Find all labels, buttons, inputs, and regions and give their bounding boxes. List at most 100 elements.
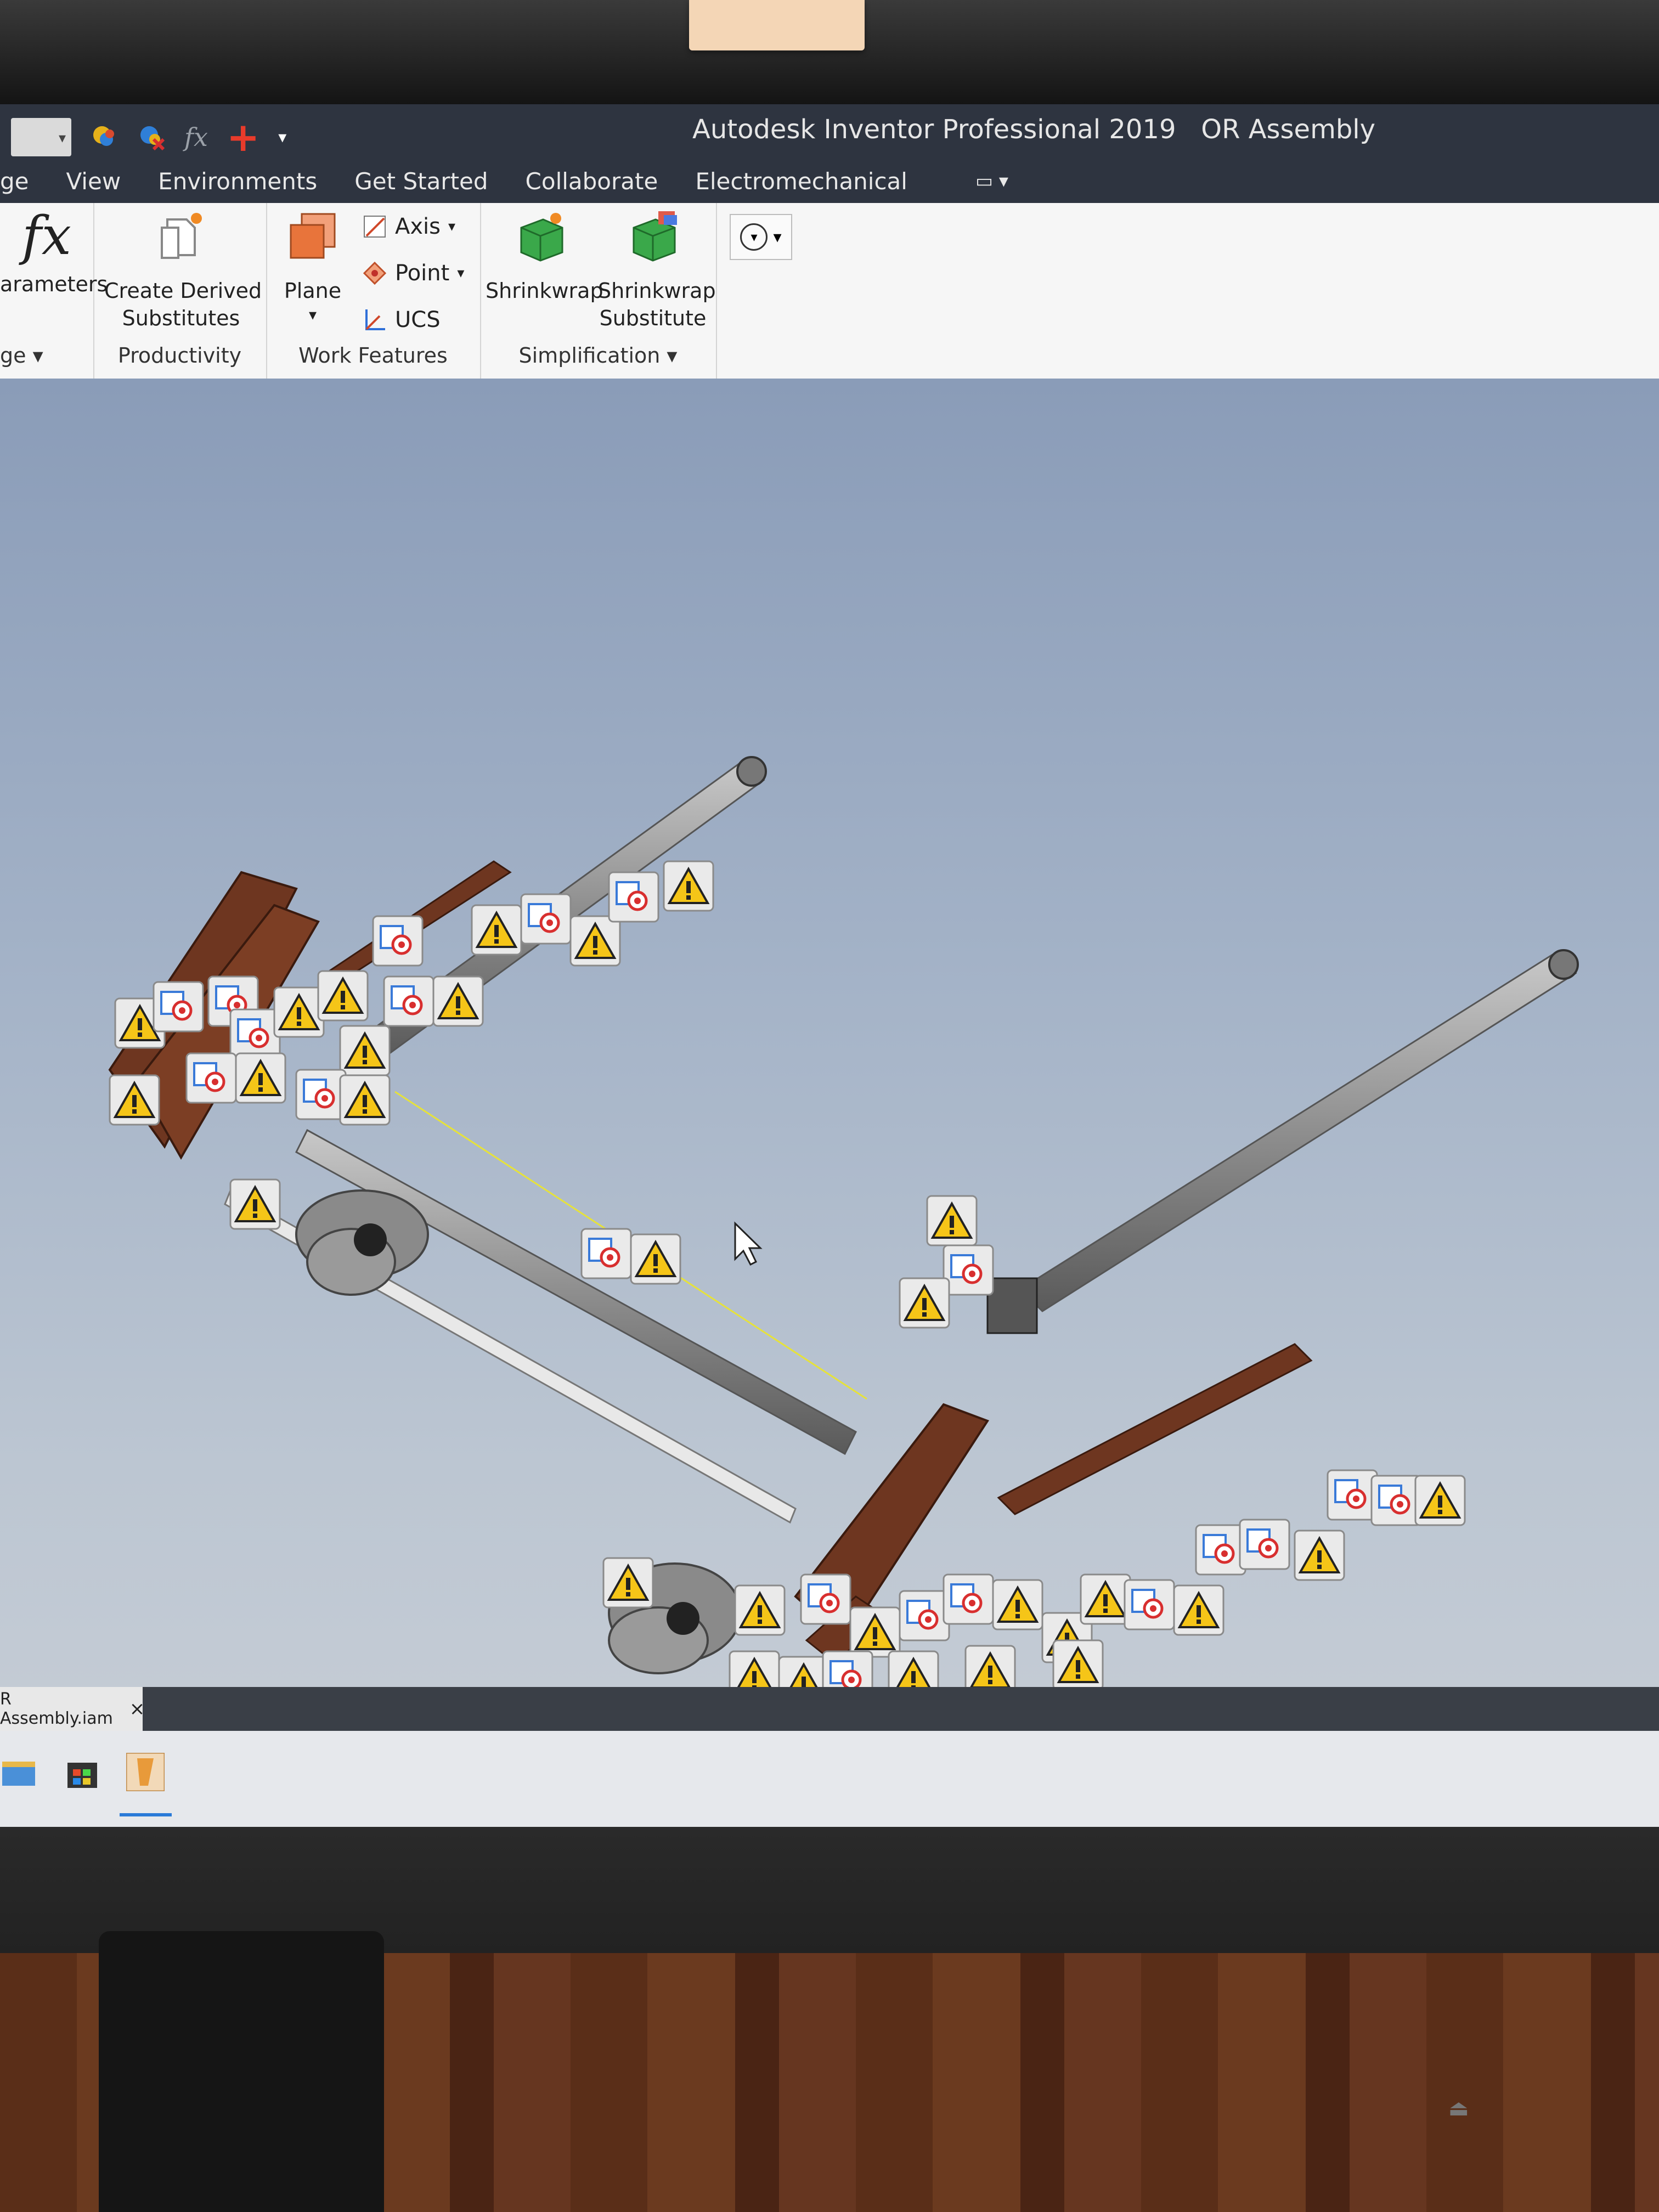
store-icon[interactable] [63, 1753, 101, 1791]
upper-rod-right[interactable] [986, 949, 1579, 1334]
ucs-icon [365, 309, 385, 330]
plus-icon[interactable]: + [227, 114, 259, 160]
warning-icon [235, 1052, 286, 1104]
warning-cluster-right-frame[interactable] [729, 1470, 1466, 1707]
panel-work-features-label: Work Features [298, 343, 448, 368]
constraint-icon [944, 1575, 993, 1624]
constraint-icon [1240, 1520, 1289, 1569]
axis-icon [364, 216, 386, 238]
constraint-icon [154, 982, 203, 1031]
panel-simplification: Shrinkwrap Shrinkwrap Substitute Simplif… [480, 203, 717, 379]
chevron-down-icon[interactable]: ▾ [278, 128, 286, 147]
point-label: Point [395, 261, 450, 286]
warning-icon [899, 1277, 950, 1329]
monitor-stand [99, 1931, 384, 2212]
chevron-down-icon: ▾ [773, 227, 782, 247]
color-override-icon[interactable] [90, 123, 119, 151]
tab-electromechanical[interactable]: Electromechanical [676, 168, 926, 195]
document-tab[interactable]: R Assembly.iam × [0, 1687, 145, 1731]
warning-icon [849, 1606, 901, 1658]
ribbon-tabs: ge View Environments Get Started Collabo… [0, 159, 1659, 203]
tab-collaborate[interactable]: Collaborate [507, 168, 677, 195]
constraint-icon [1196, 1525, 1245, 1575]
panel-productivity: Create Derived Substitutes Productivity [93, 203, 267, 379]
ucs-button[interactable]: UCS [362, 307, 441, 332]
create-derived-label-line1: Create Derived [104, 279, 262, 303]
warning-icon [339, 1025, 391, 1076]
constraint-icon [230, 1009, 280, 1059]
constraint-icon [944, 1245, 993, 1295]
shrinkwrap-button[interactable]: Shrinkwrap [486, 208, 603, 305]
shrinkwrap-sub-label-line1: Shrinkwrap [598, 279, 716, 303]
point-icon [363, 261, 387, 285]
omni-wheel-left[interactable] [295, 1189, 429, 1296]
app-name: Autodesk Inventor Professional 2019 [692, 114, 1176, 145]
shrinkwrap-substitute-icon [633, 211, 677, 262]
quick-access-toolbar: ▾ fx + ▾ [0, 110, 286, 165]
warning-icon [109, 1074, 160, 1126]
panel-work-features: Plane ▾ Axis ▾ Point ▾ UCS Work Features [266, 203, 481, 379]
derived-part-icon [161, 213, 202, 259]
constraint-icon [900, 1591, 949, 1640]
chevron-down-icon: ▾ [448, 218, 456, 235]
document-tab-bar: R Assembly.iam × [0, 1687, 1659, 1731]
tab-get-started[interactable]: Get Started [336, 168, 506, 195]
fx-icon[interactable]: fx [184, 122, 208, 152]
panel-simplification-label[interactable]: Simplification ▾ [480, 343, 716, 368]
monitor-input-button: ⏏ [1448, 2096, 1469, 2121]
document-tab-label: R Assembly.iam [0, 1690, 113, 1728]
graphics-viewport[interactable] [0, 379, 1659, 1827]
axis-label: Axis [395, 214, 441, 239]
warning-icon [992, 1579, 1043, 1630]
parameters-label: arameters [0, 272, 108, 296]
warning-icon [317, 970, 369, 1022]
close-icon[interactable]: × [129, 1698, 145, 1720]
document-name: OR Assembly [1201, 114, 1376, 145]
create-derived-substitutes-button[interactable]: Create Derived Substitutes [104, 208, 262, 332]
appearance-dropdown[interactable]: ▾ [11, 118, 71, 156]
warning-icon [1080, 1573, 1131, 1625]
assembly-model[interactable] [0, 379, 1659, 1827]
tab-view[interactable]: View [48, 168, 140, 195]
warning-icon [926, 1195, 978, 1246]
shrinkwrap-label: Shrinkwrap [486, 279, 603, 303]
ribbon-overflow-dropdown[interactable]: ▾ ▾ [730, 214, 792, 260]
file-explorer-icon[interactable] [0, 1753, 38, 1791]
tab-environments[interactable]: Environments [139, 168, 336, 195]
warning-cluster-right-rod[interactable] [899, 1195, 993, 1329]
warning-icon [1414, 1475, 1466, 1526]
constraint-icon [1125, 1580, 1174, 1629]
warning-icon [663, 860, 714, 912]
warning-icon [569, 915, 621, 967]
clear-appearance-icon[interactable] [137, 123, 166, 151]
create-derived-label-line2: Substitutes [122, 306, 240, 330]
warning-icon [1294, 1530, 1345, 1581]
tab-manage[interactable]: ge [0, 168, 48, 195]
warning-icon [602, 1557, 654, 1609]
ribbon-display-toggle[interactable]: ▭ ▾ [926, 170, 1008, 192]
constraint-icon [1372, 1476, 1421, 1525]
constraint-icon [373, 916, 422, 966]
parameters-button[interactable]: fx arameters [0, 208, 108, 298]
warning-icon [1173, 1584, 1224, 1636]
panel-manage-label[interactable]: ge ▾ [0, 343, 93, 368]
constraint-icon [609, 872, 658, 922]
screen: ▾ fx + ▾ Autodesk Inventor Professional … [0, 104, 1659, 1827]
plane-button[interactable]: Plane ▾ [277, 208, 348, 325]
inventor-app-icon[interactable] [126, 1753, 165, 1791]
mouse-cursor-icon [734, 1221, 763, 1266]
ucs-label: UCS [395, 307, 441, 332]
warning-icon [471, 904, 522, 956]
panel-productivity-label: Productivity [117, 343, 242, 368]
chevron-down-icon: ▾ [457, 265, 465, 281]
warning-icon [273, 986, 325, 1038]
shrinkwrap-substitute-button[interactable]: Shrinkwrap Substitute [598, 208, 716, 332]
overflow-circle-icon: ▾ [740, 223, 768, 251]
axis-button[interactable]: Axis ▾ [362, 214, 455, 239]
plane-label: Plane [284, 279, 342, 303]
active-app-indicator [120, 1813, 172, 1816]
chevron-down-icon: ▾ [58, 130, 66, 146]
warning-icon [339, 1074, 391, 1126]
constraint-icon [296, 1070, 346, 1119]
point-button[interactable]: Point ▾ [362, 261, 464, 286]
